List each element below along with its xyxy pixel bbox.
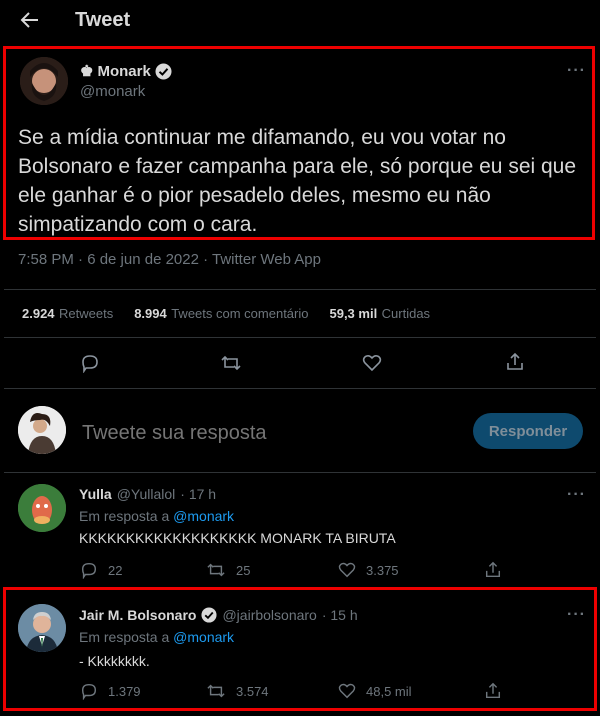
verified-icon (201, 607, 217, 623)
reply-action[interactable]: 22 (80, 561, 122, 579)
reply-input[interactable] (80, 419, 454, 447)
like-action[interactable]: 48,5 mil (338, 682, 412, 700)
divider (4, 472, 596, 473)
reply-count: 22 (108, 562, 123, 578)
reply-icon (80, 682, 98, 700)
reply-header: Yulla @Yullalol · 17 h (79, 486, 216, 502)
retweet-icon (206, 682, 226, 700)
reply-action[interactable]: 1.379 (80, 682, 141, 700)
reply-to-mention[interactable]: @monark (173, 629, 234, 645)
retweet-count: 3.574 (236, 683, 269, 699)
share-icon[interactable] (505, 352, 525, 372)
retweet-action[interactable]: 25 (206, 561, 250, 579)
like-icon[interactable] (362, 353, 382, 373)
retweet-icon[interactable] (220, 353, 242, 373)
quotes-stat[interactable]: 8.994 Tweets com comentário (134, 305, 308, 323)
reply-to-mention[interactable]: @monark (173, 508, 234, 524)
reply-button[interactable]: Responder (473, 413, 583, 449)
reply-to-prefix: Em resposta a (79, 629, 170, 645)
reply-text: KKKKKKKKKKKKKKKKKKK MONARK TA BIRUTA (79, 530, 396, 546)
author-handle[interactable]: @monark (80, 83, 145, 100)
reply-time[interactable]: · 15 h (322, 607, 358, 623)
like-count: 48,5 mil (366, 683, 412, 699)
reply-count: 1.379 (108, 683, 141, 699)
more-icon[interactable]: ··· (567, 606, 586, 624)
reply-author-handle[interactable]: @jairbolsonaro (222, 607, 316, 623)
author-display-name: Monark (97, 62, 151, 80)
likes-stat[interactable]: 59,3 mil Curtidas (329, 305, 430, 323)
avatar[interactable] (18, 406, 66, 454)
divider (4, 289, 596, 290)
avatar[interactable] (20, 57, 68, 105)
reply-time[interactable]: · 17 h (180, 486, 216, 502)
reply-header: Jair M. Bolsonaro @jairbolsonaro · 15 h (79, 607, 358, 623)
verified-icon (155, 63, 172, 80)
reply-text: - Kkkkkkkk. (79, 653, 150, 669)
avatar[interactable] (18, 484, 66, 532)
reply-to-line: Em resposta a @monark (79, 629, 234, 645)
like-count: 3.375 (366, 562, 399, 578)
reply-author-handle[interactable]: @Yullalol (117, 486, 176, 502)
reply-icon (80, 561, 98, 579)
reply-author-name[interactable]: Yulla (79, 486, 112, 502)
avatar[interactable] (18, 604, 66, 652)
divider (4, 388, 596, 389)
reply-author-name[interactable]: Jair M. Bolsonaro (79, 607, 196, 623)
reply-to-prefix: Em resposta a (79, 508, 170, 524)
reply-to-line: Em resposta a @monark (79, 508, 234, 524)
like-icon (338, 682, 356, 700)
like-icon (338, 561, 356, 579)
share-icon[interactable] (484, 682, 502, 700)
author-name[interactable]: ♚ Monark (80, 62, 172, 80)
share-icon[interactable] (484, 561, 502, 579)
more-icon[interactable]: ··· (567, 486, 586, 504)
tweet-timestamp[interactable]: 7:58 PM · 6 de jun de 2022 · Twitter Web… (18, 251, 321, 268)
divider (4, 337, 596, 338)
back-arrow-icon[interactable] (20, 11, 40, 29)
tweet-text: Se a mídia continuar me difamando, eu vo… (18, 126, 577, 236)
more-icon[interactable]: ··· (567, 62, 586, 80)
like-action[interactable]: 3.375 (338, 561, 399, 579)
retweets-stat[interactable]: 2.924 Retweets (22, 305, 113, 323)
retweet-action[interactable]: 3.574 (206, 682, 269, 700)
retweet-icon (206, 561, 226, 579)
page-title: Tweet (75, 9, 131, 31)
tweet-stats: 2.924 Retweets 8.994 Tweets com comentár… (22, 305, 430, 323)
reply-icon[interactable] (80, 353, 100, 373)
retweet-count: 25 (236, 562, 251, 578)
crown-emoji: ♚ (80, 63, 94, 80)
